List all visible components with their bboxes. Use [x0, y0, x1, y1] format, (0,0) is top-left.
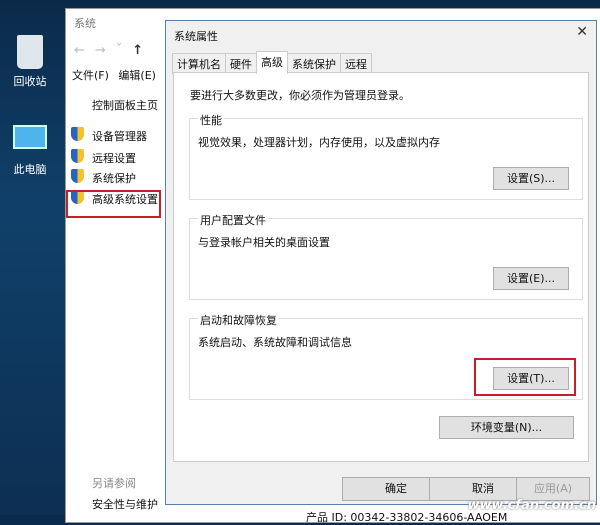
control-panel-home[interactable]: 控制面板主页: [92, 97, 158, 113]
tab-remote[interactable]: 远程: [340, 53, 372, 74]
profiles-settings-button[interactable]: 设置(E)...: [493, 267, 569, 290]
profiles-label: 用户配置文件: [198, 212, 268, 228]
dialog-title: 系统属性: [174, 30, 218, 43]
see-also-label: 另请参阅: [92, 477, 136, 490]
highlight-box: [474, 358, 576, 396]
advanced-panel: 要进行大多数更改，你必须作为管理员登录。 性能 视觉效果，处理器计划，内存使用，…: [173, 72, 589, 462]
admin-note: 要进行大多数更改，你必须作为管理员登录。: [190, 89, 410, 102]
startup-desc: 系统启动、系统故障和调试信息: [198, 336, 352, 349]
computer-icon: [13, 125, 47, 149]
nav-buttons[interactable]: ←→ˇ↑: [74, 43, 153, 58]
performance-group: 性能 视觉效果，处理器计划，内存使用，以及虚拟内存 设置(S)...: [189, 112, 583, 200]
highlight-box: [66, 190, 161, 218]
recycle-bin-label: 回收站: [13, 75, 47, 88]
shield-icon: [71, 127, 84, 141]
shield-icon: [71, 169, 84, 183]
menu-bar: 文件(F) 编辑(E): [72, 67, 156, 83]
performance-label: 性能: [198, 112, 224, 128]
system-properties-dialog: 系统属性 ✕ 计算机名 硬件 高级 系统保护 远程 要进行大多数更改，你必须作为…: [165, 20, 597, 505]
tab-bar: 计算机名 硬件 高级 系统保护 远程: [172, 51, 372, 74]
shield-icon: [71, 149, 84, 163]
environment-variables-button[interactable]: 环境变量(N)...: [439, 416, 574, 439]
window-title: 系统: [74, 17, 96, 30]
profiles-desc: 与登录帐户相关的桌面设置: [198, 236, 330, 249]
tab-computer-name[interactable]: 计算机名: [172, 53, 226, 74]
this-pc[interactable]: 此电脑: [4, 125, 56, 177]
tab-hardware[interactable]: 硬件: [225, 53, 257, 74]
startup-label: 启动和故障恢复: [198, 312, 279, 328]
tab-advanced[interactable]: 高级: [256, 51, 288, 74]
profiles-group: 用户配置文件 与登录帐户相关的桌面设置 设置(E)...: [189, 212, 583, 300]
this-pc-label: 此电脑: [13, 163, 47, 176]
link-security[interactable]: 安全性与维护: [92, 496, 158, 512]
recycle-bin[interactable]: 回收站: [4, 35, 56, 89]
performance-settings-button[interactable]: 设置(S)...: [493, 167, 569, 190]
menu-file[interactable]: 文件(F): [72, 69, 109, 82]
watermark: www.cfan.com.cn: [467, 498, 596, 513]
menu-edit[interactable]: 编辑(E): [118, 69, 156, 82]
tab-system-protection[interactable]: 系统保护: [287, 53, 341, 74]
performance-desc: 视觉效果，处理器计划，内存使用，以及虚拟内存: [198, 136, 440, 149]
recycle-bin-icon: [17, 35, 43, 69]
close-icon[interactable]: ✕: [576, 24, 588, 40]
